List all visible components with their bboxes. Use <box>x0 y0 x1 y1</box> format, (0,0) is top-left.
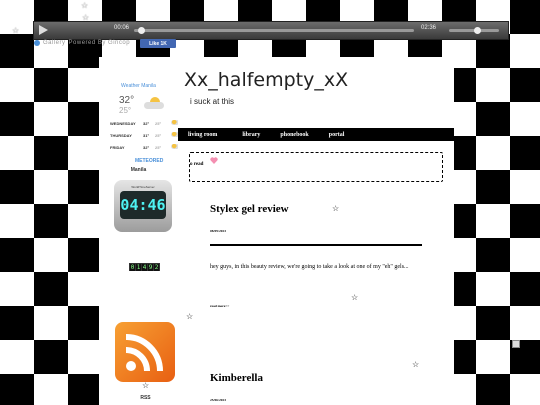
current-time: 00:06 <box>114 25 130 31</box>
forecast-low: 25° <box>155 133 162 138</box>
weather-title[interactable]: Weather Manila <box>99 83 178 89</box>
read-more-link[interactable]: read more>> <box>210 304 229 308</box>
gallery-icon <box>34 40 40 46</box>
gallery-bar: Gallery Powered By Gincop <box>34 40 130 46</box>
forecast-high: 32° <box>143 121 150 126</box>
star-icon: ☆ <box>271 134 279 143</box>
forecast-high: 32° <box>143 145 150 150</box>
star-icon: ☆ <box>412 360 420 369</box>
duration: 02:36 <box>421 25 437 31</box>
nav-item-phonebook[interactable]: phonebook <box>280 132 308 138</box>
heart-icon <box>210 157 218 164</box>
star-icon: ☆ <box>82 13 90 22</box>
star-icon: ☆ <box>186 312 194 321</box>
forecast-day: THURSDAY <box>110 133 132 138</box>
nav-item-living-room[interactable]: living room <box>188 132 217 138</box>
progress-slider[interactable] <box>134 27 414 34</box>
partly-cloudy-icon <box>144 97 164 109</box>
music-player: 00:06 02:36 <box>33 21 509 40</box>
broken-image-icon <box>512 340 520 348</box>
site-title: Xx_halfempty_xX <box>184 69 349 91</box>
post-date: 08/09/2023 <box>210 229 226 233</box>
powered-by[interactable]: Powered By Gincop <box>69 40 131 46</box>
facebook-like-button[interactable]: Like 1K <box>140 39 176 48</box>
post-title[interactable]: Stylex gel review <box>210 203 289 215</box>
counter-digit: 9 <box>148 263 153 271</box>
nav-bar: living room library phonebook portal <box>178 128 454 141</box>
main-content: Xx_halfempty_xX i suck at this living ro… <box>178 57 454 405</box>
forecast-day: FRIDAY <box>110 145 125 150</box>
rss-icon[interactable] <box>115 322 175 382</box>
meteored-logo[interactable]: METEORED <box>135 158 163 164</box>
star-icon: ☆ <box>81 1 89 10</box>
star-icon: ☆ <box>332 204 340 213</box>
nav-item-library[interactable]: library <box>242 132 260 138</box>
counter-digit: 1 <box>136 263 141 271</box>
hit-counter: 0 1 4 9 2 <box>129 263 160 271</box>
tagline: i suck at this <box>190 97 235 106</box>
star-icon: ☆ <box>12 26 20 35</box>
counter-digit: 2 <box>154 263 159 271</box>
forecast-day: WEDNESDAY <box>110 121 136 126</box>
counter-digit: 4 <box>142 263 147 271</box>
post-divider <box>210 244 422 246</box>
notice-box: o read <box>189 152 443 182</box>
play-icon[interactable] <box>39 25 48 35</box>
forecast-low: 25° <box>155 121 162 126</box>
star-icon: ☆ <box>142 381 150 390</box>
weather-low: 25° <box>119 106 132 115</box>
clock-city: Manila <box>130 167 147 173</box>
world-clock-widget[interactable]: WorldTimeServer 04:46 <box>114 180 172 232</box>
clock-time: 04:46 <box>120 191 166 219</box>
post-excerpt: hey guys, in this beauty review, we're g… <box>210 264 409 270</box>
counter-digit: 0 <box>130 263 135 271</box>
sidebar: Weather Manila 32° 25° WEDNESDAY 32° 25°… <box>99 57 179 405</box>
star-icon: ☆ <box>351 293 359 302</box>
nav-item-portal[interactable]: portal <box>329 132 345 138</box>
forecast-high: 31° <box>143 133 150 138</box>
forecast-low: 25° <box>155 145 162 150</box>
volume-slider[interactable] <box>449 27 499 34</box>
progress-thumb[interactable] <box>137 27 145 34</box>
weather-temp: 32° <box>119 95 135 106</box>
post-date: 25/06/2023 <box>210 398 226 402</box>
like-label: Like 1K <box>149 40 167 47</box>
post-title[interactable]: Kimberella <box>210 372 263 384</box>
clock-brand: WorldTimeServer <box>131 185 155 189</box>
gallery-link[interactable]: Gallery <box>43 40 66 46</box>
notice-text: o read <box>190 162 204 167</box>
volume-thumb[interactable] <box>473 27 481 34</box>
header: Xx_halfempty_xX i suck at this <box>178 57 454 128</box>
